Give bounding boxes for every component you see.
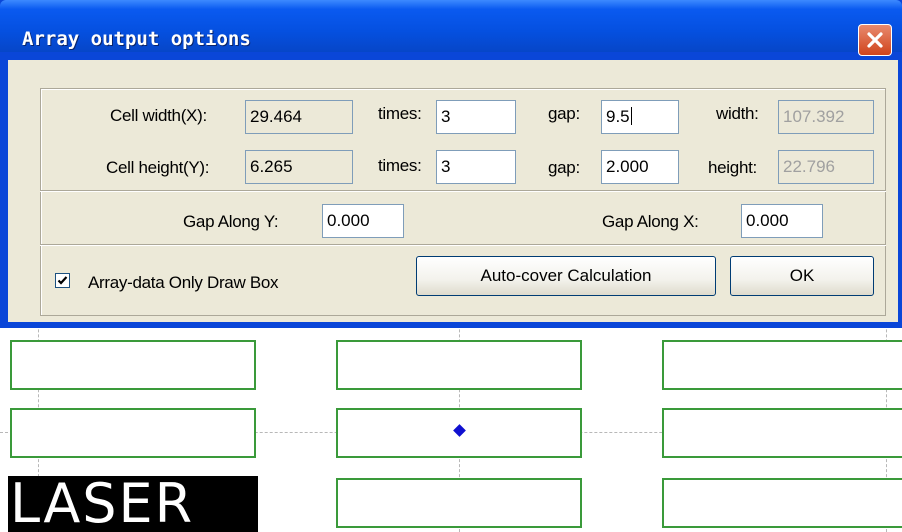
gap-along-y-label: Gap Along Y: <box>183 212 279 231</box>
draw-box-checkbox[interactable] <box>55 273 70 288</box>
cell-width-label: Cell width(X): <box>110 106 207 125</box>
divider <box>40 190 886 192</box>
x-gap-value: 9.5 <box>606 107 630 126</box>
x-gap-input[interactable]: 9.5 <box>601 100 679 134</box>
close-icon <box>867 32 883 48</box>
ok-button[interactable]: OK <box>730 256 874 296</box>
y-gap-label: gap: <box>548 158 580 177</box>
close-button[interactable] <box>858 24 892 56</box>
x-times-input[interactable]: 3 <box>436 100 516 134</box>
x-gap-label: gap: <box>548 104 580 123</box>
gap-along-y-input[interactable]: 0.000 <box>322 204 404 238</box>
width-label: width: <box>716 104 759 123</box>
total-height-field: 22.796 <box>778 150 874 184</box>
array-output-options-dialog: Array output options Cell width(X): 29.4… <box>0 0 902 328</box>
text-caret <box>630 107 632 125</box>
divider <box>40 244 886 246</box>
array-cell[interactable] <box>10 408 256 458</box>
array-cell[interactable] <box>662 408 902 458</box>
array-cell[interactable] <box>662 478 902 528</box>
gap-along-x-label: Gap Along X: <box>602 212 699 231</box>
dialog-body: Cell width(X): 29.464 times: 3 gap: 9.5 … <box>8 60 898 322</box>
height-label: height: <box>708 158 757 177</box>
array-cell[interactable] <box>336 478 582 528</box>
laser-logo-text: LASER <box>10 476 195 532</box>
y-gap-input[interactable]: 2.000 <box>601 150 679 184</box>
array-cell[interactable] <box>662 340 902 390</box>
cell-width-field: 29.464 <box>245 100 353 134</box>
auto-cover-calculation-button[interactable]: Auto-cover Calculation <box>416 256 716 296</box>
x-times-label: times: <box>378 104 422 123</box>
checkmark-icon <box>57 276 68 285</box>
title-bar[interactable]: Array output options <box>0 0 902 56</box>
array-cell[interactable] <box>336 340 582 390</box>
laser-logo-object[interactable]: LASER <box>8 476 258 532</box>
draw-box-label[interactable]: Array-data Only Draw Box <box>88 273 279 293</box>
dialog-title: Array output options <box>22 28 251 50</box>
cell-height-field: 6.265 <box>245 150 353 184</box>
cell-height-label: Cell height(Y): <box>106 158 210 177</box>
total-width-field: 107.392 <box>778 100 874 134</box>
y-times-label: times: <box>378 156 422 175</box>
y-times-input[interactable]: 3 <box>436 150 516 184</box>
array-cell[interactable] <box>10 340 256 390</box>
gap-along-x-input[interactable]: 0.000 <box>741 204 823 238</box>
